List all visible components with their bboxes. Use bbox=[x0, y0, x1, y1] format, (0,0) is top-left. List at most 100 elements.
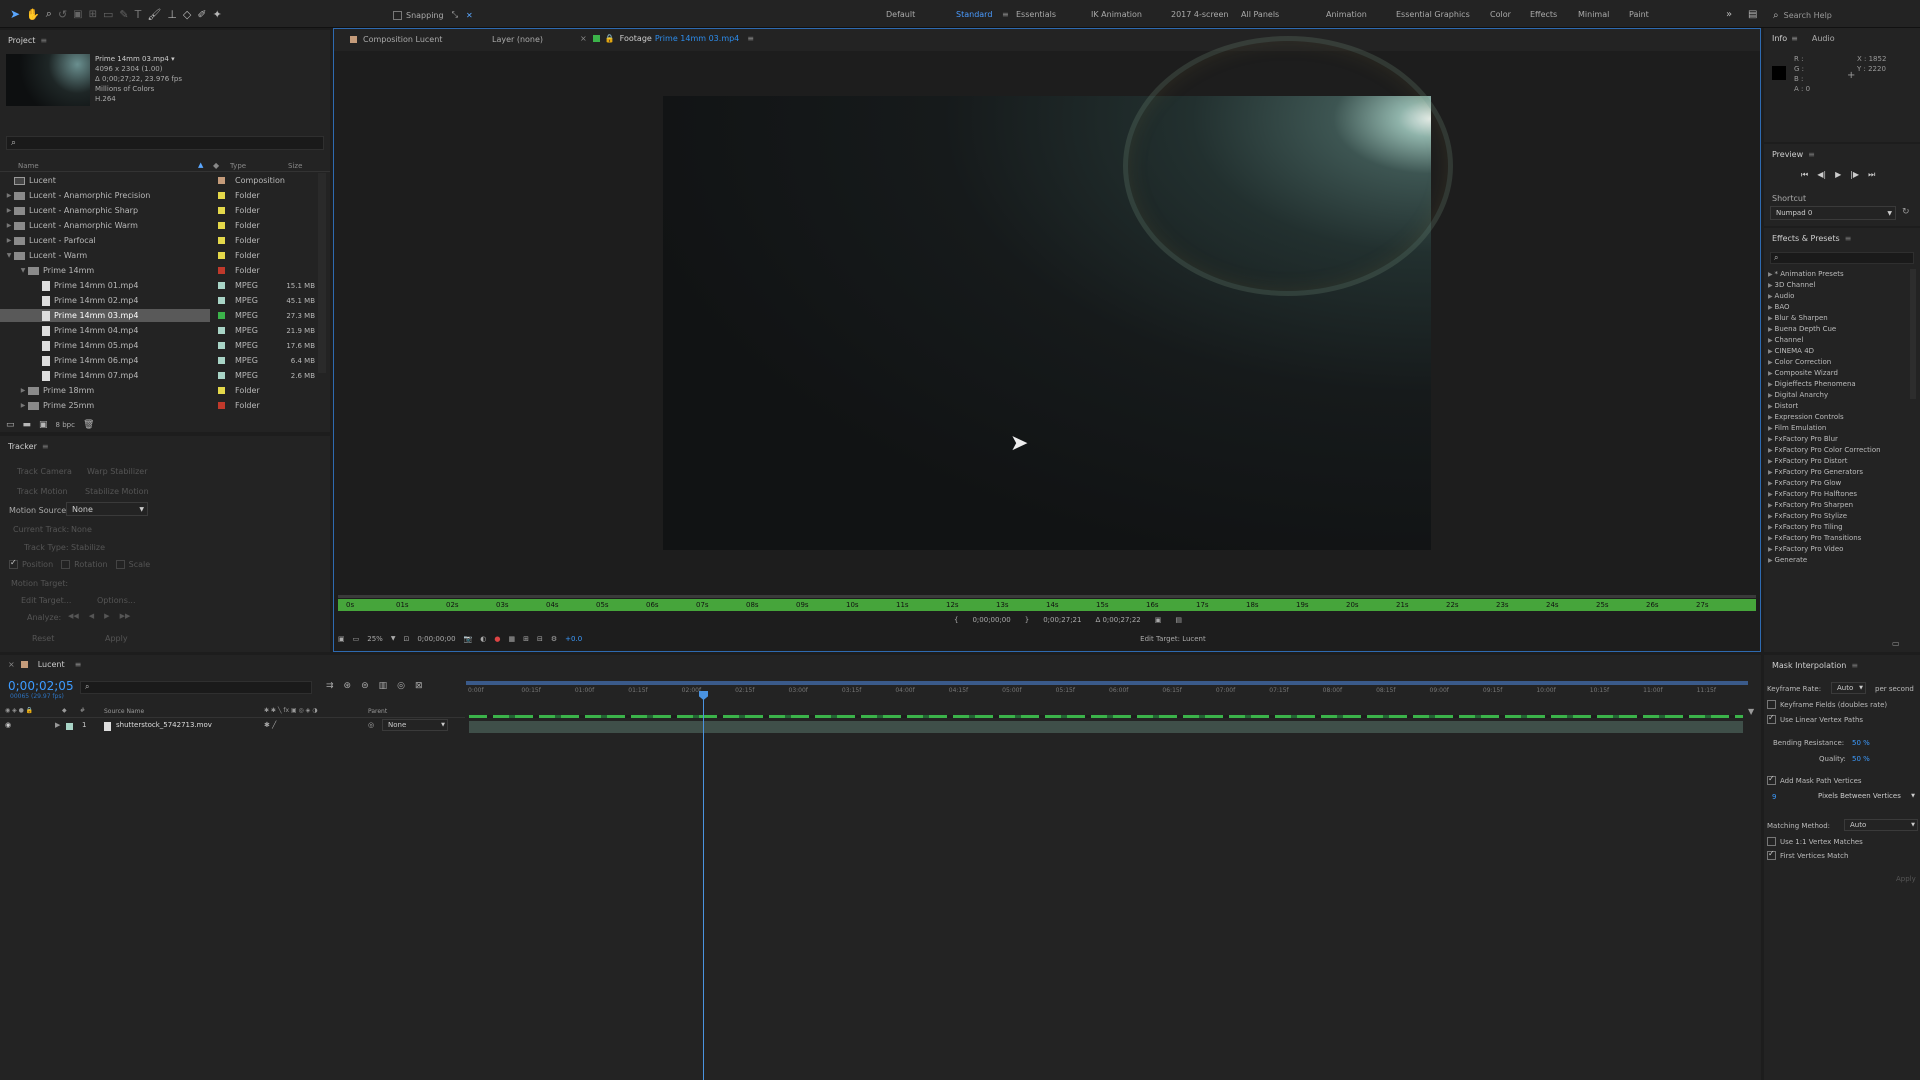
keyframe-fields-option[interactable]: Keyframe Fields (doubles rate) bbox=[1767, 700, 1887, 709]
workspace-effects[interactable]: Effects bbox=[1530, 10, 1557, 19]
project-scrollbar[interactable] bbox=[318, 173, 326, 373]
label-color-swatch[interactable] bbox=[218, 372, 225, 379]
label-color-swatch[interactable] bbox=[218, 252, 225, 259]
track-type-value[interactable]: Stabilize bbox=[71, 543, 105, 552]
new-folder-icon[interactable]: ▬ bbox=[23, 420, 32, 430]
current-track-value[interactable]: None bbox=[71, 525, 92, 534]
roto-brush-tool-icon[interactable]: ✐ bbox=[197, 7, 206, 21]
tab-composition[interactable]: Composition Lucent bbox=[350, 35, 442, 44]
new-composition-icon[interactable]: ▣ bbox=[39, 420, 48, 430]
reset-exposure-icon[interactable]: ⚙ bbox=[551, 635, 557, 643]
effect-category[interactable]: ▶ BAO bbox=[1768, 302, 1908, 313]
expand-right-icon[interactable]: ▶ bbox=[18, 402, 28, 409]
scale-option[interactable]: Scale bbox=[115, 560, 150, 569]
camera-tool-icon[interactable]: ▣ bbox=[73, 7, 82, 21]
grid-icon[interactable]: ⊟ bbox=[537, 635, 543, 643]
position-option[interactable]: Position bbox=[9, 558, 53, 569]
eraser-tool-icon[interactable]: ◇ bbox=[183, 7, 191, 21]
region-of-interest-icon[interactable]: ▭ bbox=[353, 635, 360, 643]
source-name-header[interactable]: Source Name bbox=[104, 708, 144, 715]
tracker-panel-title[interactable]: Tracker bbox=[8, 442, 37, 451]
effect-category[interactable]: ▶ Composite Wizard bbox=[1768, 368, 1908, 379]
linear-vertex-checkbox[interactable] bbox=[1767, 713, 1776, 724]
rotation-option[interactable]: Rotation bbox=[61, 560, 108, 569]
effect-category[interactable]: ▶ Blur & Sharpen bbox=[1768, 313, 1908, 324]
set-in-point-icon[interactable]: { bbox=[954, 616, 958, 624]
label-column-icon[interactable]: ◆ bbox=[213, 161, 219, 170]
parent-pickwhip-icon[interactable]: ◎ bbox=[368, 721, 374, 729]
mask-interp-title[interactable]: Mask Interpolation bbox=[1772, 661, 1846, 670]
analyze-forward-icon[interactable]: ▶ bbox=[104, 612, 109, 620]
expand-right-icon[interactable]: ▶ bbox=[55, 721, 60, 729]
add-vertices-option[interactable]: Add Mask Path Vertices bbox=[1767, 774, 1862, 785]
project-item[interactable]: Prime 14mm 03.mp4 MPEG 27.3 MB bbox=[0, 308, 326, 323]
project-item[interactable]: ▶ Lucent - Parfocal Folder bbox=[0, 233, 326, 248]
clone-stamp-tool-icon[interactable]: ⊥ bbox=[167, 7, 177, 21]
snap-edges-icon[interactable]: ⤡ bbox=[452, 10, 458, 20]
effect-category[interactable]: ▶ * Animation Presets bbox=[1768, 269, 1908, 280]
close-tab-icon[interactable]: × bbox=[8, 660, 15, 669]
label-color-swatch[interactable] bbox=[218, 222, 225, 229]
effect-category[interactable]: ▶ FxFactory Pro Color Correction bbox=[1768, 445, 1908, 456]
workspace-2017-4-screen[interactable]: 2017 4-screen bbox=[1171, 10, 1228, 19]
expand-right-icon[interactable]: ▶ bbox=[4, 222, 14, 229]
timeline-zoom-slider[interactable]: ▼ bbox=[1748, 707, 1754, 716]
effect-category[interactable]: ▶ FxFactory Pro Stylize bbox=[1768, 511, 1908, 522]
warp-stabilizer-button[interactable]: Warp Stabilizer bbox=[87, 467, 147, 476]
effect-category[interactable]: ▶ Generate bbox=[1768, 555, 1908, 566]
layer-row[interactable]: ◉ ▶ 1 shutterstock_5742713.mov ✱ ╱ ◎ None ▼ bbox=[0, 719, 465, 734]
motion-blur-icon[interactable]: ◎ bbox=[397, 681, 405, 691]
workspace-essential-graphics[interactable]: Essential Graphics bbox=[1396, 10, 1470, 19]
trash-icon[interactable]: 🗑 bbox=[83, 420, 94, 430]
label-color-swatch[interactable] bbox=[218, 237, 225, 244]
use-11-option[interactable]: Use 1:1 Vertex Matches bbox=[1767, 837, 1863, 846]
rectangle-tool-icon[interactable]: ▭ bbox=[103, 7, 113, 21]
parent-dropdown[interactable]: None ▼ bbox=[382, 719, 448, 731]
ripple-insert-icon[interactable]: ▣ bbox=[1155, 616, 1162, 624]
analyze-back-icon[interactable]: ◀ bbox=[89, 612, 94, 620]
expand-down-icon[interactable]: ▼ bbox=[18, 267, 28, 274]
effect-category[interactable]: ▶ Expression Controls bbox=[1768, 412, 1908, 423]
expand-right-icon[interactable]: ▶ bbox=[4, 237, 14, 244]
loop-icon[interactable]: ↻ bbox=[1902, 207, 1910, 217]
label-column-icon[interactable]: ◆ bbox=[62, 707, 67, 714]
parent-header[interactable]: Parent bbox=[368, 708, 387, 715]
zoom-tool-icon[interactable]: ⌕ bbox=[46, 7, 52, 21]
eye-icon[interactable]: ◉ bbox=[5, 721, 11, 729]
project-item[interactable]: Prime 14mm 05.mp4 MPEG 17.6 MB bbox=[0, 338, 326, 353]
effect-category[interactable]: ▶ CINEMA 4D bbox=[1768, 346, 1908, 357]
label-color-swatch[interactable] bbox=[218, 282, 225, 289]
channels-icon[interactable]: ● bbox=[494, 635, 500, 643]
workspace-menu-icon[interactable]: ≡ bbox=[1002, 10, 1009, 19]
workspace-menu-icon[interactable]: ▤ bbox=[1748, 9, 1757, 20]
tab-layer[interactable]: Layer (none) bbox=[492, 35, 543, 44]
graph-editor-icon[interactable]: ⊠ bbox=[415, 681, 423, 691]
preview-panel-title[interactable]: Preview bbox=[1772, 150, 1803, 159]
selection-tool-icon[interactable]: ➤ bbox=[10, 7, 20, 21]
panel-menu-icon[interactable]: ≡ bbox=[1791, 34, 1798, 43]
search-help[interactable]: ⌕ Search Help bbox=[1773, 8, 1913, 22]
project-item[interactable]: ▶ Lucent - Anamorphic Warm Folder bbox=[0, 218, 326, 233]
last-frame-icon[interactable]: ⏭ bbox=[1868, 170, 1875, 180]
workspace-ik-animation[interactable]: IK Animation bbox=[1091, 10, 1142, 19]
first-frame-icon[interactable]: ⏮ bbox=[1801, 170, 1808, 180]
new-folder-icon[interactable]: ▭ bbox=[1892, 639, 1900, 648]
effect-category[interactable]: ▶ Digital Anarchy bbox=[1768, 390, 1908, 401]
effect-category[interactable]: ▶ 3D Channel bbox=[1768, 280, 1908, 291]
zoom-dropdown[interactable]: 25% ▼ bbox=[367, 635, 395, 643]
edit-target-button[interactable]: Edit Target... bbox=[21, 596, 71, 605]
snapping-toggle[interactable]: Snapping ⤡ ✕ bbox=[393, 10, 473, 20]
workspace-minimal[interactable]: Minimal bbox=[1578, 10, 1609, 19]
layer-switches[interactable]: ✱ ╱ bbox=[264, 721, 276, 729]
workspace-color[interactable]: Color bbox=[1490, 10, 1511, 19]
matching-method-dropdown[interactable]: Auto ▼ bbox=[1844, 819, 1918, 831]
footage-time-ruler[interactable]: 0s 01s 02s 03s 04s 05s 06s 07s 08s 09s 10s 11s 12s 13… bbox=[338, 599, 1756, 611]
analyze-forward-all-icon[interactable]: ▶▶ bbox=[120, 612, 131, 620]
effect-category[interactable]: ▶ FxFactory Pro Tiling bbox=[1768, 522, 1908, 533]
rotate-tool-icon[interactable]: ↺ bbox=[58, 7, 67, 21]
effect-category[interactable]: ▶ FxFactory Pro Video bbox=[1768, 544, 1908, 555]
effect-category[interactable]: ▶ Channel bbox=[1768, 335, 1908, 346]
tab-audio[interactable]: Audio bbox=[1812, 34, 1835, 43]
timeline-search-field[interactable]: ⌕ bbox=[80, 681, 312, 694]
next-frame-icon[interactable]: |▶ bbox=[1850, 170, 1859, 180]
